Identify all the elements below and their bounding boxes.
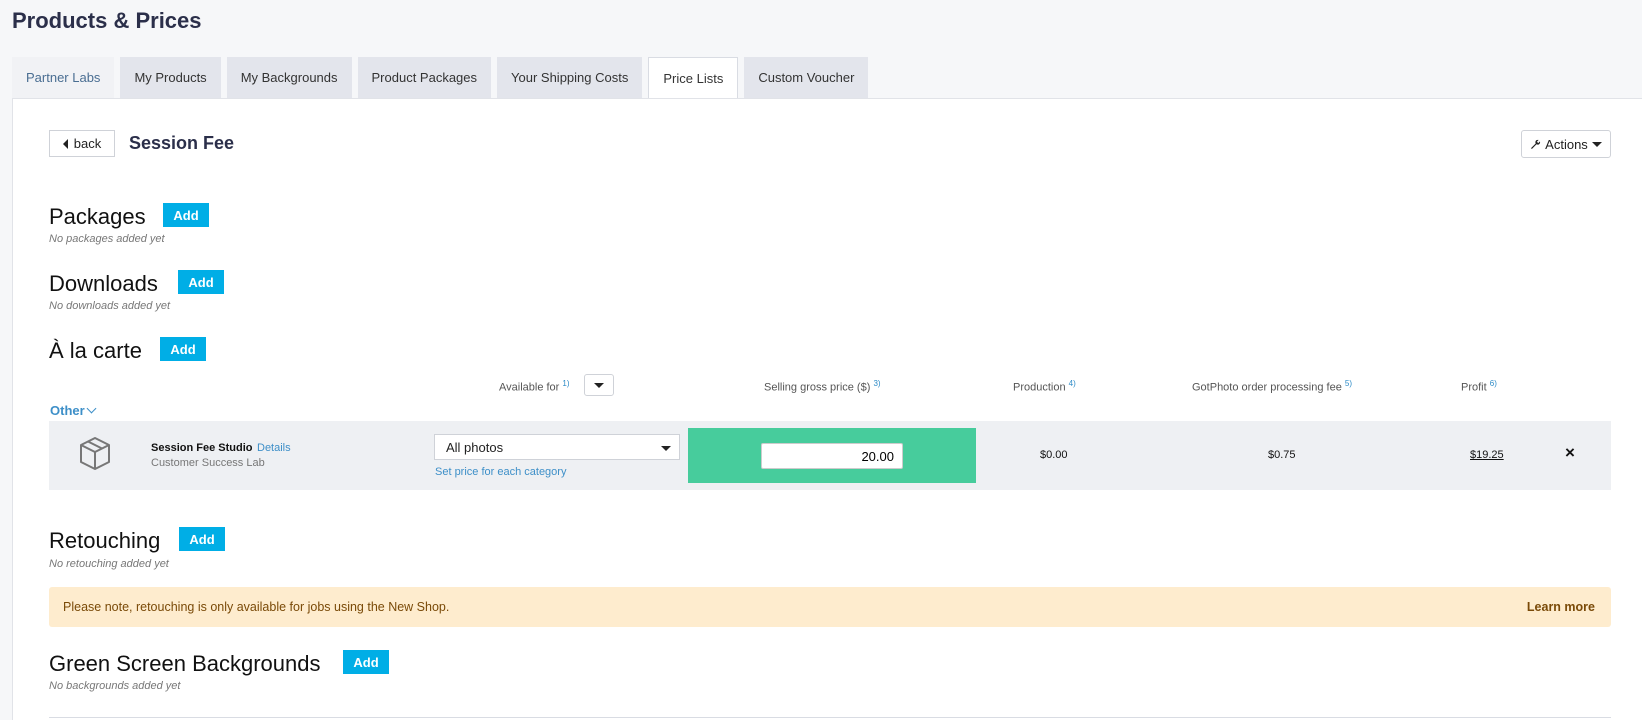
package-icon: [80, 437, 110, 470]
add-alacarte-button[interactable]: Add: [160, 337, 206, 361]
caret-down-icon: [1591, 141, 1602, 147]
available-for-select[interactable]: All photos: [434, 434, 680, 460]
set-price-per-category-link[interactable]: Set price for each category: [435, 466, 566, 478]
tab-product-packages[interactable]: Product Packages: [357, 57, 492, 98]
packages-empty-note: No packages added yet: [49, 233, 165, 245]
actions-button[interactable]: Actions: [1521, 130, 1611, 158]
product-details-link[interactable]: Details: [257, 442, 291, 454]
tab-my-backgrounds[interactable]: My Backgrounds: [226, 57, 352, 98]
remove-product-button[interactable]: ×: [1565, 444, 1575, 461]
page-title: Products & Prices: [12, 8, 202, 33]
chevron-down-icon: [86, 403, 97, 414]
tab-price-lists[interactable]: Price Lists: [648, 57, 739, 99]
production-value: $0.00: [1040, 449, 1068, 461]
product-lab: Customer Success Lab: [151, 457, 265, 469]
wrench-icon: [1531, 139, 1541, 149]
tab-bar: Partner Labs My Products My Backgrounds …: [12, 57, 874, 99]
profit-value[interactable]: $19.25: [1470, 449, 1504, 461]
divider: [49, 717, 1611, 718]
notice-text: Please note, retouching is only availabl…: [63, 600, 450, 614]
col-available-for: Available for 1): [499, 379, 570, 394]
col-production: Production 4): [1013, 379, 1076, 394]
add-package-button[interactable]: Add: [163, 203, 209, 227]
category-toggle-other[interactable]: Other: [50, 403, 97, 418]
col-selling-price: Selling gross price ($) 3): [764, 379, 881, 394]
tab-custom-voucher[interactable]: Custom Voucher: [744, 57, 869, 98]
retouching-heading: Retouching: [49, 528, 161, 553]
backgrounds-empty-note: No backgrounds added yet: [49, 680, 181, 692]
downloads-heading: Downloads: [49, 271, 158, 296]
back-label: back: [73, 136, 102, 151]
price-list-title: Session Fee: [129, 133, 235, 153]
col-profit: Profit 6): [1461, 379, 1497, 394]
add-download-button[interactable]: Add: [178, 270, 224, 294]
available-for-dropdown[interactable]: [584, 374, 614, 396]
tab-partner-labs[interactable]: Partner Labs: [12, 57, 115, 98]
tab-shipping-costs[interactable]: Your Shipping Costs: [497, 57, 643, 98]
packages-heading: Packages: [49, 204, 146, 229]
back-button[interactable]: back: [49, 130, 115, 157]
product-name: Session Fee Studio: [151, 442, 253, 454]
processing-fee-value: $0.75: [1268, 449, 1296, 461]
alacarte-heading: À la carte: [49, 338, 142, 363]
actions-label: Actions: [1545, 136, 1588, 152]
retouching-empty-note: No retouching added yet: [49, 558, 169, 570]
retouching-notice: Please note, retouching is only availabl…: [49, 587, 1611, 627]
caret-left-icon: [62, 138, 68, 149]
col-processing-fee: GotPhoto order processing fee 5): [1192, 379, 1352, 394]
add-background-button[interactable]: Add: [343, 650, 389, 674]
caret-down-icon: [661, 446, 671, 451]
add-retouching-button[interactable]: Add: [179, 527, 225, 551]
tab-my-products[interactable]: My Products: [120, 57, 221, 98]
caret-down-icon: [594, 382, 604, 388]
learn-more-link[interactable]: Learn more: [1527, 600, 1595, 614]
greenscreen-heading: Green Screen Backgrounds: [49, 651, 321, 676]
selling-price-input[interactable]: [761, 443, 903, 469]
downloads-empty-note: No downloads added yet: [49, 300, 171, 312]
